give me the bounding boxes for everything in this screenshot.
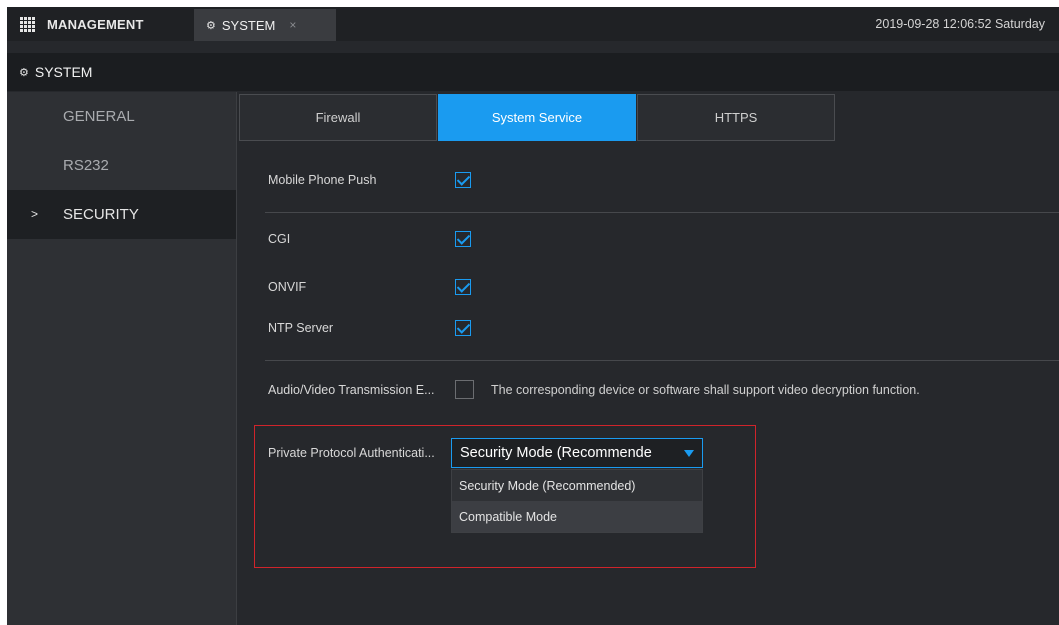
close-icon[interactable]: ×	[289, 18, 296, 32]
ntp-checkbox[interactable]	[455, 320, 471, 336]
onvif-checkbox[interactable]	[455, 279, 471, 295]
av-encrypt-row: Audio/Video Transmission E... The corres…	[268, 380, 920, 399]
divider	[265, 212, 1059, 213]
av-encrypt-note: The corresponding device or software sha…	[491, 382, 920, 397]
option-compatible-mode[interactable]: Compatible Mode	[452, 501, 702, 532]
divider	[265, 360, 1059, 361]
mobile-push-checkbox[interactable]	[455, 172, 471, 188]
main-content: Firewall System Service HTTPS Mobile Pho…	[237, 92, 1059, 625]
top-bar: MANAGEMENT ⚙ SYSTEM × 2019-09-28 12:06:5…	[7, 7, 1059, 41]
onvif-row: ONVIF	[268, 279, 471, 295]
tab-https[interactable]: HTTPS	[637, 94, 835, 141]
option-security-mode[interactable]: Security Mode (Recommended)	[452, 470, 702, 501]
private-auth-label: Private Protocol Authenticati...	[268, 446, 435, 460]
tab-system[interactable]: ⚙ SYSTEM ×	[194, 9, 336, 41]
datetime-display: 2019-09-28 12:06:52 Saturday	[875, 17, 1045, 31]
mobile-push-row: Mobile Phone Push	[268, 172, 471, 188]
sidebar-item-label: RS232	[63, 157, 109, 174]
section-header: ⚙ SYSTEM	[7, 53, 1059, 91]
caret-down-icon	[684, 450, 694, 457]
cgi-row: CGI	[268, 231, 471, 247]
ntp-label: NTP Server	[268, 321, 334, 335]
onvif-label: ONVIF	[268, 280, 307, 294]
app-window: MANAGEMENT ⚙ SYSTEM × 2019-09-28 12:06:5…	[7, 7, 1059, 625]
apps-grid-icon[interactable]	[20, 16, 35, 32]
chevron-right-icon: >	[31, 207, 39, 221]
av-encrypt-label: Audio/Video Transmission E...	[268, 382, 435, 397]
tab-firewall[interactable]: Firewall	[239, 94, 437, 141]
gears-icon: ⚙	[19, 66, 29, 79]
sidebar-item-security[interactable]: > SECURITY	[7, 190, 236, 239]
sidebar: GENERAL RS232 > SECURITY	[7, 92, 237, 625]
private-auth-select[interactable]: Security Mode (Recommende	[451, 438, 703, 468]
sidebar-item-general[interactable]: GENERAL	[7, 92, 236, 141]
sidebar-item-rs232[interactable]: RS232	[7, 141, 236, 190]
sidebar-item-label: SECURITY	[63, 206, 139, 223]
private-auth-selected: Security Mode (Recommende	[460, 445, 652, 461]
gears-icon: ⚙	[206, 19, 216, 32]
tab-bar: Firewall System Service HTTPS	[239, 94, 836, 141]
section-title: SYSTEM	[34, 64, 93, 80]
private-auth-dropdown: Security Mode (Recommended) Compatible M…	[451, 469, 703, 533]
cgi-label: CGI	[268, 232, 291, 246]
mobile-push-label: Mobile Phone Push	[268, 173, 377, 187]
sidebar-item-label: GENERAL	[63, 108, 135, 125]
private-auth-row: Private Protocol Authenticati... Securit…	[268, 438, 703, 468]
ntp-row: NTP Server	[268, 320, 471, 336]
cgi-checkbox[interactable]	[455, 231, 471, 247]
tab-system-service[interactable]: System Service	[438, 94, 636, 141]
av-encrypt-checkbox[interactable]	[455, 380, 474, 399]
management-link[interactable]: MANAGEMENT	[47, 17, 144, 32]
tab-system-label: SYSTEM	[221, 17, 276, 33]
